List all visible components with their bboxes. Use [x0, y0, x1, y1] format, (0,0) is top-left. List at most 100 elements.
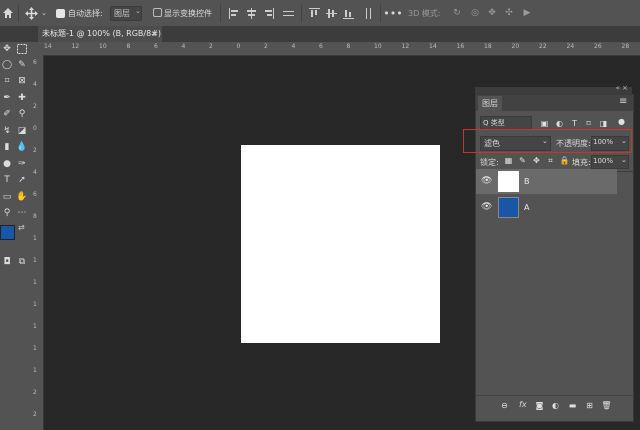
quick-mask-icon[interactable]: ◘ [0, 256, 14, 268]
fx-button[interactable]: fx [519, 400, 527, 409]
link-layers-icon[interactable]: ⊖ [500, 401, 509, 410]
ruler-tick-label: 1 [33, 301, 37, 308]
align-left-icon[interactable] [228, 6, 240, 20]
foreground-color-swatch[interactable] [0, 225, 15, 240]
filter-toggle-icon[interactable]: ● [617, 117, 626, 126]
quick-select-tool-icon[interactable]: ✎ [15, 59, 29, 71]
lock-artboard-icon[interactable]: ⌗ [546, 156, 555, 165]
blur-tool-icon[interactable]: 💧 [15, 141, 29, 153]
3d-scale-icon[interactable]: ▶ [520, 6, 534, 20]
crop-tool-icon[interactable]: ⌗ [0, 75, 14, 87]
lock-transparent-icon[interactable]: ▦ [504, 156, 513, 165]
zoom-tool-icon[interactable]: ⚲ [0, 207, 14, 219]
lock-all-icon[interactable]: 🔒 [560, 156, 570, 165]
adjustment-filter-icon[interactable]: ◐ [555, 119, 564, 128]
ruler-tick-label: 24 [566, 43, 575, 50]
layer-thumbnail [498, 197, 519, 218]
ruler-tick-label: 6 [33, 191, 37, 198]
ruler-tick-label: 6 [154, 43, 158, 50]
ruler-tick-label: 2 [33, 103, 37, 110]
smart-object-filter-icon[interactable]: ◨ [599, 119, 608, 128]
panel-menu-icon[interactable]: ≡ [619, 96, 627, 107]
align-top-icon[interactable] [308, 6, 320, 20]
type-filter-icon[interactable]: T [570, 119, 579, 128]
frame-tool-icon[interactable]: ⊠ [15, 75, 29, 87]
distribute-icon[interactable] [282, 6, 294, 20]
horizontal-ruler: 14 12 10 8 6 4 2 0 2 4 6 8 10 12 14 16 18 20 22 24 26 28 [30, 42, 640, 56]
ruler-tick-label: 20 [511, 43, 520, 50]
align-center-h-icon[interactable] [245, 6, 257, 20]
ruler-tick-label: 2 [264, 43, 268, 50]
adjustment-layer-icon[interactable]: ◐ [551, 401, 560, 410]
layer-row-b[interactable]: 👁 B [476, 169, 617, 194]
marquee-tool-icon[interactable] [15, 43, 29, 55]
show-transform-checkbox[interactable] [153, 8, 162, 17]
ruler-tick-label: 4 [33, 81, 37, 88]
screen-mode-icon[interactable]: ⧉ [15, 256, 29, 268]
eraser-tool-icon[interactable]: ◪ [15, 125, 29, 137]
shape-filter-icon[interactable]: ⌑ [584, 119, 593, 128]
ruler-tick-label: 8 [346, 43, 351, 50]
eye-icon[interactable]: 👁 [481, 176, 492, 186]
ruler-tick-label: 1 [33, 345, 37, 352]
3d-rotate-icon[interactable]: ↻ [450, 6, 464, 20]
3d-roll-icon[interactable]: ◎ [468, 6, 482, 20]
shape-tool-icon[interactable]: ▭ [0, 191, 14, 203]
dodge-tool-icon[interactable]: ● [0, 158, 14, 170]
ruler-tick-label: 1 [33, 279, 37, 286]
3d-pan-icon[interactable]: ✥ [485, 6, 499, 20]
more-options-icon[interactable]: ••• [383, 6, 402, 20]
auto-select-checkbox[interactable] [56, 9, 65, 18]
3d-slide-icon[interactable]: ✣ [502, 6, 516, 20]
new-group-icon[interactable]: ▬ [568, 401, 577, 410]
layer-name[interactable]: A [524, 203, 529, 212]
layer-row-a[interactable]: 👁 A [476, 195, 617, 220]
layer-filter-dropdown[interactable]: Q 类型 [483, 118, 505, 128]
brush-tool-icon[interactable]: ✐ [0, 108, 14, 120]
swap-colors-icon[interactable]: ⇄ [18, 223, 25, 232]
hand-tool-icon[interactable]: ✋ [15, 191, 29, 203]
home-icon[interactable] [2, 6, 14, 20]
layers-tab[interactable]: 图层 [482, 98, 498, 109]
ruler-tick-label: 18 [484, 43, 492, 50]
align-center-v-icon[interactable] [325, 6, 337, 20]
document-canvas[interactable] [241, 145, 440, 343]
path-select-tool-icon[interactable]: ➚ [15, 174, 29, 186]
add-mask-icon[interactable]: ◙ [535, 401, 544, 410]
align-right-icon[interactable] [262, 6, 274, 20]
close-icon[interactable]: × [151, 26, 158, 42]
ruler-tick-label: 1 [33, 235, 37, 242]
gradient-tool-icon[interactable]: ▮ [0, 141, 14, 153]
layer-thumbnail [498, 171, 519, 192]
fill-value[interactable]: 100% [593, 157, 613, 165]
ruler-tick-label: 1 [33, 257, 37, 264]
eyedropper-tool-icon[interactable]: ✒ [0, 92, 14, 104]
ruler-tick-label: 1 [33, 367, 37, 374]
lock-pixels-icon[interactable]: ✎ [518, 156, 527, 165]
move-tool-icon[interactable] [24, 6, 38, 20]
type-tool-icon[interactable]: T [0, 174, 14, 186]
pen-tool-icon[interactable]: ✑ [15, 158, 29, 170]
align-bottom-icon[interactable] [342, 6, 354, 20]
tools-panel: ✥ ◯ ✎ ⌗ ⊠ ✒ ✚ ✐ ⚲ ↯ ◪ ▮ 💧 ● ✑ T ➚ ▭ ✋ ⚲ … [0, 42, 31, 430]
chevron-down-icon[interactable]: ⌄ [40, 6, 48, 20]
clone-stamp-tool-icon[interactable]: ⚲ [15, 108, 29, 120]
eye-icon[interactable]: 👁 [481, 202, 492, 212]
chevron-down-icon: ⌄ [621, 156, 627, 164]
lasso-tool-icon[interactable]: ◯ [0, 59, 14, 71]
document-tab[interactable]: 未标题-1 @ 100% (B, RGB/8#) * × [38, 26, 162, 54]
ruler-tick-label: 6 [319, 43, 323, 50]
delete-layer-icon[interactable]: 🗑 [601, 401, 611, 410]
history-brush-tool-icon[interactable]: ↯ [0, 125, 14, 137]
layer-name[interactable]: B [524, 177, 530, 186]
lock-position-icon[interactable]: ✥ [532, 156, 541, 165]
new-layer-icon[interactable]: ⊞ [585, 401, 594, 410]
move-tool-icon[interactable]: ✥ [0, 43, 14, 55]
collapse-icon[interactable]: « × [616, 84, 628, 92]
3d-mode-label: 3D 模式: [408, 9, 441, 18]
distribute-v-icon[interactable] [362, 6, 374, 20]
more-tools-icon[interactable]: ⋯ [15, 207, 29, 219]
ruler-tick-label: 12 [401, 43, 410, 50]
healing-brush-tool-icon[interactable]: ✚ [15, 92, 29, 104]
pixel-filter-icon[interactable]: ▣ [540, 119, 549, 128]
